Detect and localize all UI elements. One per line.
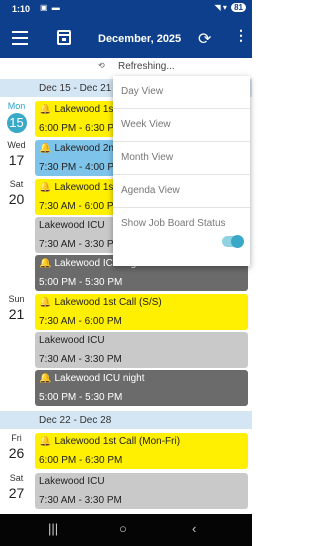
bell-icon: 🔔 [39, 258, 52, 269]
event-time: 7:30 AM - 6:00 PM [39, 316, 122, 327]
event-title: Lakewood 2nd [54, 143, 120, 154]
day-label[interactable]: Sun 21 [0, 294, 33, 322]
event-title: Lakewood 1st [54, 182, 117, 193]
bell-icon: 🔔 [39, 182, 52, 193]
bell-icon: 🔔 [39, 297, 52, 308]
bell-icon: 🔔 [39, 143, 52, 154]
day-of-week: Wed [7, 140, 26, 150]
event-title: Lakewood 1st [54, 104, 117, 115]
day-label[interactable]: Sat 27 [0, 473, 33, 501]
bell-icon: 🔔 [39, 436, 52, 447]
event-time: 5:00 PM - 5:30 PM [39, 392, 123, 403]
event-card[interactable]: 🔔 Lakewood 1st Call (S/S) 7:30 AM - 6:00 P… [35, 294, 248, 330]
day-number: 26 [8, 445, 25, 461]
event-title: Lakewood 1st Call (S/S) [54, 297, 162, 308]
day-number: 21 [8, 306, 25, 322]
event-title: Lakewood ICU [39, 220, 105, 231]
day-number: 20 [8, 191, 25, 207]
menu-item-agenda-view[interactable]: Agenda View [113, 175, 250, 208]
event-title: Lakewood 1st Call (Mon-Fri) [54, 436, 181, 447]
day-number: 17 [8, 152, 25, 168]
bell-icon: 🔔 [39, 373, 52, 384]
status-time: 1:10 [12, 4, 31, 14]
page-title: December, 2025 [98, 33, 182, 45]
event-title: Lakewood ICU night [54, 373, 145, 384]
menu-item-day-view[interactable]: Day View [113, 76, 250, 109]
menu-item-month-view[interactable]: Month View [113, 142, 250, 175]
notification-icons: ▣ ▬ [40, 3, 61, 12]
event-card[interactable]: Lakewood ICU 7:30 AM - 3:30 PM [35, 332, 248, 368]
refresh-icon[interactable]: ⟳ [198, 29, 211, 49]
back-icon[interactable]: ‹ [192, 521, 196, 536]
more-vert-icon[interactable]: ⋮ [234, 28, 248, 42]
refreshing-text: Refreshing... [118, 61, 175, 72]
job-board-toggle[interactable] [222, 235, 244, 248]
event-time: 5:00 PM - 5:30 PM [39, 277, 123, 288]
day-of-week: Sat [9, 473, 24, 483]
day-label[interactable]: Fri 26 [0, 433, 33, 461]
event-time: 7:30 AM - 3:30 PM [39, 495, 122, 506]
week-range: Dec 22 - Dec 28 [39, 415, 112, 426]
loading-spinner-icon: ⟲ [98, 61, 105, 70]
event-title: Lakewood ICU [39, 476, 105, 487]
week-range: Dec 15 - Dec 21 [39, 83, 112, 94]
event-card[interactable]: Lakewood ICU 7:30 AM - 3:30 PM [35, 473, 248, 509]
menu-item-week-view[interactable]: Week View [113, 109, 250, 142]
battery-level: 81 [231, 3, 246, 12]
event-time: 7:30 AM - 3:30 PM [39, 354, 122, 365]
week-header: Dec 22 - Dec 28 [0, 411, 252, 429]
day-of-week: Sat [9, 179, 24, 189]
status-right: ◥ ▾ 81 [214, 3, 246, 12]
app-bar: December, 2025 ⟳ ⋮ [0, 20, 252, 58]
event-card[interactable]: 🔔 Lakewood ICU night 5:00 PM - 5:30 PM [35, 370, 248, 406]
day-number: 27 [8, 485, 25, 501]
day-label[interactable]: Mon 15 [0, 101, 33, 133]
bell-icon: 🔔 [39, 104, 52, 115]
hamburger-icon[interactable] [12, 31, 28, 45]
day-of-week: Mon [7, 101, 26, 111]
event-card[interactable]: 🔔 Lakewood 1st Call (Mon-Fri) 6:00 PM - 6:… [35, 433, 248, 469]
system-nav-bar: ||| ○ ‹ [0, 514, 252, 546]
event-time: 6:00 PM - 6:30 PM [39, 455, 123, 466]
day-label[interactable]: Sat 20 [0, 179, 33, 207]
toggle-knob [231, 235, 244, 248]
day-label[interactable]: Wed 17 [0, 140, 33, 168]
home-icon[interactable]: ○ [119, 521, 127, 536]
calendar-icon[interactable] [57, 30, 71, 45]
day-of-week: Sun [8, 294, 25, 304]
day-number: 15 [6, 113, 27, 133]
day-of-week: Fri [11, 433, 22, 443]
status-bar: 1:10 ▣ ▬ ◥ ▾ 81 [0, 0, 252, 20]
recents-icon[interactable]: ||| [48, 521, 58, 536]
event-title: Lakewood ICU [39, 335, 105, 346]
